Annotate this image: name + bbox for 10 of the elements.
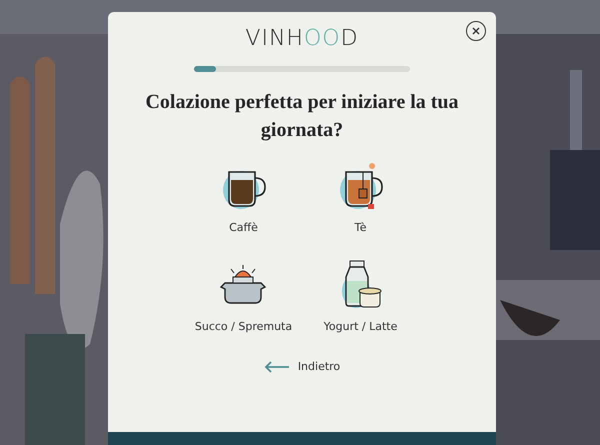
answer-option[interactable]: Succo / Spremuta [185,258,302,335]
back-link[interactable]: Indietro [264,359,340,376]
close-button[interactable] [466,21,486,41]
logo: VINHOOD [245,28,359,50]
question-title: Colazione perfetta per iniziare la tua giornata? [144,90,460,143]
answer-option[interactable]: Tè [302,160,419,236]
answer-option[interactable]: Caffè [185,160,302,236]
answer-option[interactable]: Yogurt / Latte [302,258,419,335]
arrow-left-icon [264,361,290,374]
close-icon [472,27,480,35]
